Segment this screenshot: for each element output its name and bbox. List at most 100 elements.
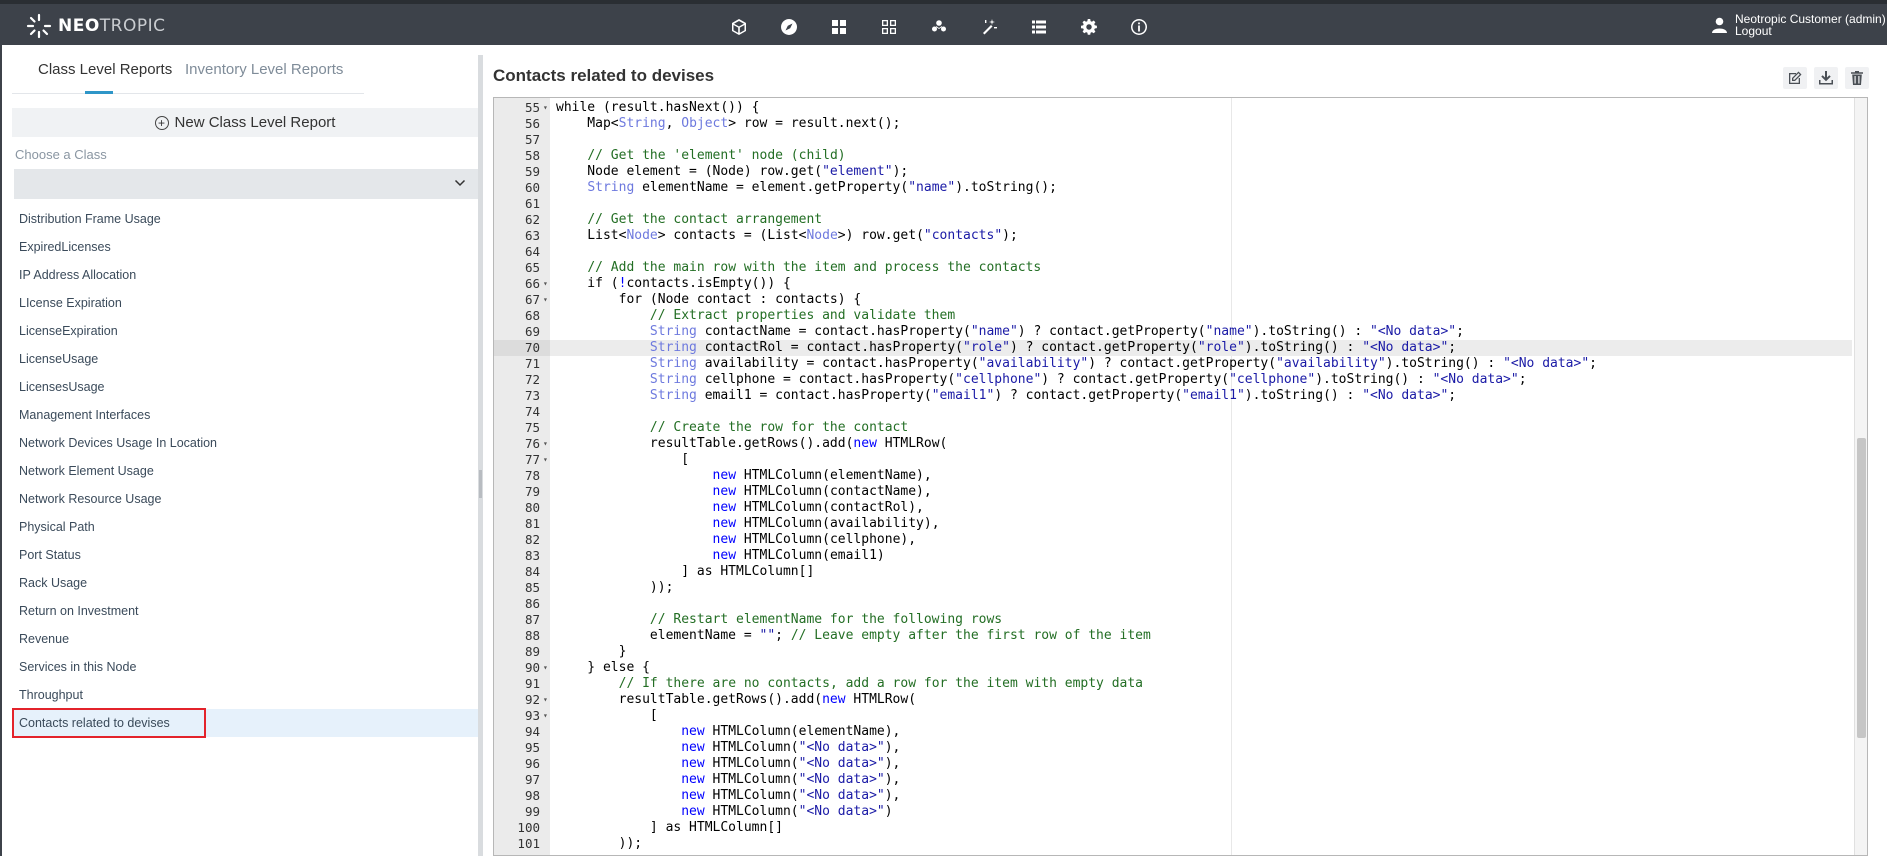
apps-icon[interactable] [864, 14, 914, 40]
report-list-item[interactable]: LicenseUsage [12, 345, 478, 373]
user-menu[interactable]: Neotropic Customer (admin) Logout [1712, 13, 1887, 37]
code-text: String contactName = contact.hasProperty… [649, 324, 1464, 339]
report-list-item[interactable]: Rack Usage [12, 569, 478, 597]
code-line[interactable]: 85 )); [494, 580, 1852, 596]
people-icon[interactable] [914, 14, 964, 40]
code-line[interactable]: 59 Node element = (Node) row.get("elemen… [494, 164, 1852, 180]
report-list-item[interactable]: Network Resource Usage [12, 485, 478, 513]
code-line[interactable]: 60 String elementName = element.getPrope… [494, 180, 1852, 196]
delete-button[interactable] [1845, 67, 1869, 89]
report-list-item[interactable]: Return on Investment [12, 597, 478, 625]
code-line[interactable]: 69 String contactName = contact.hasPrope… [494, 324, 1852, 340]
report-list-item[interactable]: Distribution Frame Usage [12, 205, 478, 233]
code-line[interactable]: 100 ] as HTMLColumn[] [494, 820, 1852, 836]
code-line[interactable]: 73 String email1 = contact.hasProperty("… [494, 388, 1852, 404]
list-icon[interactable] [1014, 14, 1064, 40]
splitter-grip[interactable] [479, 470, 482, 498]
report-list-item[interactable]: Management Interfaces [12, 401, 478, 429]
code-line[interactable]: 88 elementName = ""; // Leave empty afte… [494, 628, 1852, 644]
report-list-item[interactable]: IP Address Allocation [12, 261, 478, 289]
code-lines[interactable]: 55 ▾ while (result.hasNext()) {56 Map<Stri… [494, 100, 1852, 852]
code-line[interactable]: 68 // Extract properties and validate th… [494, 308, 1852, 324]
code-line[interactable]: 75 // Create the row for the contact [494, 420, 1852, 436]
fold-arrow-icon[interactable]: ▾ [543, 692, 548, 708]
code-line[interactable]: 89 } [494, 644, 1852, 660]
code-line[interactable]: 97 new HTMLColumn("<No data>"), [494, 772, 1852, 788]
edit-button[interactable] [1783, 67, 1807, 89]
code-line[interactable]: 61 [494, 196, 1852, 212]
code-line[interactable]: 77 ▾ [ [494, 452, 1852, 468]
code-line[interactable]: 63 List<Node> contacts = (List<Node>) ro… [494, 228, 1852, 244]
code-line[interactable]: 57 [494, 132, 1852, 148]
compass-icon[interactable] [764, 14, 814, 40]
code-line[interactable]: 95 new HTMLColumn("<No data>"), [494, 740, 1852, 756]
report-list-item[interactable]: Network Devices Usage In Location [12, 429, 478, 457]
tab-inventory-level-reports[interactable]: Inventory Level Reports [185, 61, 343, 78]
code-line[interactable]: 91 // If there are no contacts, add a ro… [494, 676, 1852, 692]
code-line[interactable]: 94 new HTMLColumn(elementName), [494, 724, 1852, 740]
new-class-level-report-button[interactable]: + New Class Level Report [12, 108, 478, 137]
cube-icon[interactable] [714, 14, 764, 40]
code-line[interactable]: 67 ▾ for (Node contact : contacts) { [494, 292, 1852, 308]
fold-arrow-icon[interactable]: ▾ [543, 292, 548, 308]
report-list-item[interactable]: Contacts related to devises [12, 708, 478, 738]
report-list-item[interactable]: LicenseExpiration [12, 317, 478, 345]
code-line[interactable]: 56 Map<String, Object> row = result.next… [494, 116, 1852, 132]
code-line[interactable]: 84 ] as HTMLColumn[] [494, 564, 1852, 580]
editor-scrollbar-thumb[interactable] [1857, 438, 1866, 738]
code-line[interactable]: 78 new HTMLColumn(elementName), [494, 468, 1852, 484]
report-list-item[interactable]: LicensesUsage [12, 373, 478, 401]
code-editor[interactable]: 55 ▾ while (result.hasNext()) {56 Map<Stri… [493, 97, 1868, 856]
download-button[interactable] [1814, 67, 1838, 89]
fold-arrow-icon[interactable]: ▾ [543, 276, 548, 292]
code-line[interactable]: 72 String cellphone = contact.hasPropert… [494, 372, 1852, 388]
code-line[interactable]: 62 // Get the contact arrangement [494, 212, 1852, 228]
code-line[interactable]: 74 [494, 404, 1852, 420]
report-list-item[interactable]: Revenue [12, 625, 478, 653]
fold-arrow-icon[interactable]: ▾ [543, 100, 548, 116]
code-line[interactable]: 93 ▾ [ [494, 708, 1852, 724]
tab-class-level-reports[interactable]: Class Level Reports [38, 61, 172, 78]
code-line[interactable]: 71 String availability = contact.hasProp… [494, 356, 1852, 372]
code-line[interactable]: 58 // Get the 'element' node (child) [494, 148, 1852, 164]
code-line[interactable]: 101 )); [494, 836, 1852, 852]
code-line[interactable]: 80 new HTMLColumn(contactRol), [494, 500, 1852, 516]
code-line[interactable]: 55 ▾ while (result.hasNext()) { [494, 100, 1852, 116]
code-line[interactable]: 98 new HTMLColumn("<No data>"), [494, 788, 1852, 804]
code-line[interactable]: 70 String contactRol = contact.hasProper… [494, 340, 1852, 356]
report-list-item[interactable]: ExpiredLicenses [12, 233, 478, 261]
active-tab-indicator [85, 91, 113, 94]
class-select[interactable] [14, 169, 478, 199]
fold-arrow-icon[interactable]: ▾ [543, 660, 548, 676]
info-icon[interactable] [1114, 14, 1164, 40]
code-line[interactable]: 66 ▾ if (!contacts.isEmpty()) { [494, 276, 1852, 292]
code-line[interactable]: 90 ▾ } else { [494, 660, 1852, 676]
code-line[interactable]: 83 new HTMLColumn(email1) [494, 548, 1852, 564]
report-list-item[interactable]: Physical Path [12, 513, 478, 541]
app-logo[interactable]: NEOTROPIC [26, 13, 166, 39]
gear-icon[interactable] [1064, 14, 1114, 40]
report-list-item[interactable]: Throughput [12, 681, 478, 709]
fold-arrow-icon[interactable]: ▾ [543, 436, 548, 452]
grid-icon[interactable] [814, 14, 864, 40]
code-line[interactable]: 65 // Add the main row with the item and… [494, 260, 1852, 276]
fold-arrow-icon[interactable]: ▾ [543, 708, 548, 724]
code-line[interactable]: 64 [494, 244, 1852, 260]
report-list-item[interactable]: Network Element Usage [12, 457, 478, 485]
code-line[interactable]: 96 new HTMLColumn("<No data>"), [494, 756, 1852, 772]
code-line[interactable]: 86 [494, 596, 1852, 612]
code-line[interactable]: 81 new HTMLColumn(availability), [494, 516, 1852, 532]
report-list-item[interactable]: Services in this Node [12, 653, 478, 681]
report-list-item[interactable]: LIcense Expiration [12, 289, 478, 317]
code-line[interactable]: 87 // Restart elementName for the follow… [494, 612, 1852, 628]
code-line[interactable]: 76 ▾ resultTable.getRows().add(new HTMLRo… [494, 436, 1852, 452]
code-line[interactable]: 79 new HTMLColumn(contactName), [494, 484, 1852, 500]
code-line[interactable]: 92 ▾ resultTable.getRows().add(new HTMLRo… [494, 692, 1852, 708]
magic-wand-icon[interactable] [964, 14, 1014, 40]
fold-arrow-icon[interactable]: ▾ [543, 452, 548, 468]
logout-link[interactable]: Logout [1735, 25, 1886, 37]
editor-scrollbar[interactable] [1854, 98, 1867, 855]
code-line[interactable]: 99 new HTMLColumn("<No data>") [494, 804, 1852, 820]
code-line[interactable]: 82 new HTMLColumn(cellphone), [494, 532, 1852, 548]
report-list-item[interactable]: Port Status [12, 541, 478, 569]
